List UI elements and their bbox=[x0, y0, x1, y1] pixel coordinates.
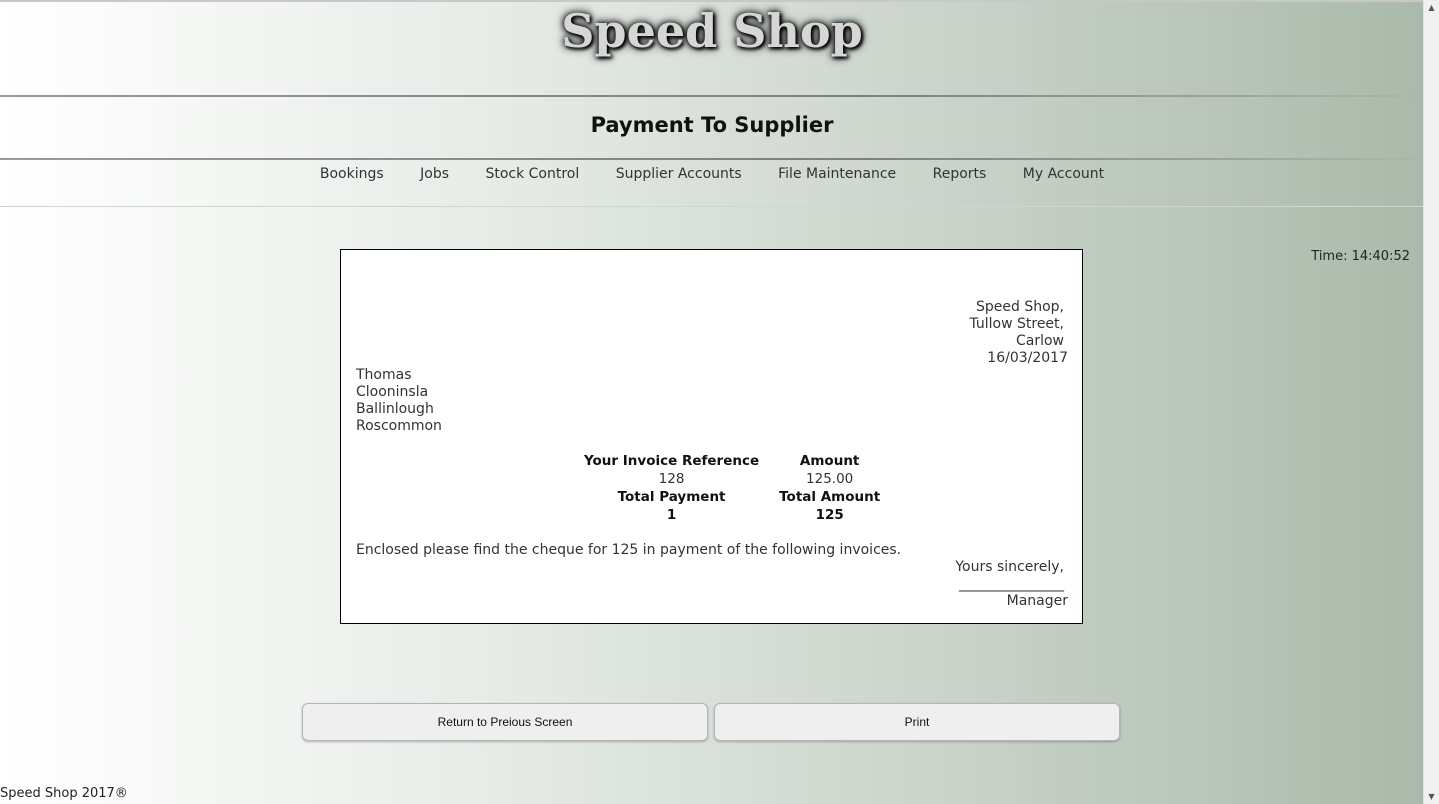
scroll-up-icon[interactable]: ▲ bbox=[1424, 0, 1439, 15]
nav-supplier-accounts[interactable]: Supplier Accounts bbox=[616, 166, 742, 182]
totals-row: 1 125 bbox=[574, 506, 890, 524]
nav-divider bbox=[0, 206, 1424, 207]
total-amount-label: Total Amount bbox=[779, 489, 881, 505]
sender-name: Speed Shop, bbox=[976, 299, 1064, 315]
amount-header: Amount bbox=[799, 453, 860, 469]
totals-header-row: Total Payment Total Amount bbox=[574, 488, 890, 506]
return-button[interactable]: Return to Preious Screen bbox=[302, 703, 708, 741]
recipient-line2: Clooninsla bbox=[356, 384, 429, 400]
footer-copyright: Speed Shop 2017® bbox=[0, 786, 128, 801]
invoice-table: Your Invoice Reference Amount 128 125.00… bbox=[574, 452, 890, 524]
top-border bbox=[0, 0, 1424, 2]
enclosed-text: Enclosed please find the cheque for 125 … bbox=[356, 542, 902, 558]
recipient-address: Thomas Clooninsla Ballinlough Roscommon bbox=[356, 367, 442, 435]
signature-block: Yours sincerely, _______________ Manager bbox=[955, 559, 1068, 610]
nav-jobs[interactable]: Jobs bbox=[420, 166, 449, 182]
signatory: Manager bbox=[1006, 593, 1068, 609]
letter-date: 16/03/2017 bbox=[987, 350, 1068, 366]
table-row: 128 125.00 bbox=[574, 470, 890, 488]
main-nav: Bookings Jobs Stock Control Supplier Acc… bbox=[0, 166, 1424, 182]
recipient-name: Thomas bbox=[356, 367, 412, 383]
total-payment-value: 1 bbox=[666, 507, 677, 523]
invoice-ref-header: Your Invoice Reference bbox=[584, 453, 760, 469]
sender-town: Carlow bbox=[1015, 333, 1064, 349]
scroll-down-icon[interactable]: ▼ bbox=[1424, 789, 1439, 804]
nav-my-account[interactable]: My Account bbox=[1023, 166, 1104, 182]
total-amount-value: 125 bbox=[815, 507, 844, 523]
invoice-ref-cell: 128 bbox=[658, 471, 685, 487]
signature-line: _______________ bbox=[959, 576, 1064, 592]
table-header-row: Your Invoice Reference Amount bbox=[574, 452, 890, 470]
site-title: Speed Shop bbox=[561, 4, 863, 58]
header-divider bbox=[0, 95, 1424, 97]
sender-street: Tullow Street, bbox=[969, 316, 1064, 332]
amount-cell: 125.00 bbox=[806, 471, 854, 487]
closing-text: Yours sincerely, bbox=[955, 559, 1064, 575]
nav-file-maintenance[interactable]: File Maintenance bbox=[778, 166, 896, 182]
sender-address: Speed Shop, Tullow Street, Carlow 16/03/… bbox=[969, 299, 1068, 367]
recipient-line3: Ballinlough bbox=[356, 401, 434, 417]
payment-letter: Speed Shop, Tullow Street, Carlow 16/03/… bbox=[340, 249, 1083, 624]
nav-bookings[interactable]: Bookings bbox=[320, 166, 384, 182]
page-title: Payment To Supplier bbox=[590, 113, 834, 137]
nav-stock-control[interactable]: Stock Control bbox=[485, 166, 579, 182]
total-payment-label: Total Payment bbox=[617, 489, 726, 505]
time-display: Time: 14:40:52 bbox=[1311, 249, 1410, 264]
recipient-line4: Roscommon bbox=[356, 418, 442, 434]
print-button[interactable]: Print bbox=[714, 703, 1120, 741]
title-divider bbox=[0, 158, 1424, 160]
vertical-scrollbar[interactable]: ▲ ▼ bbox=[1423, 0, 1439, 804]
nav-reports[interactable]: Reports bbox=[933, 166, 987, 182]
